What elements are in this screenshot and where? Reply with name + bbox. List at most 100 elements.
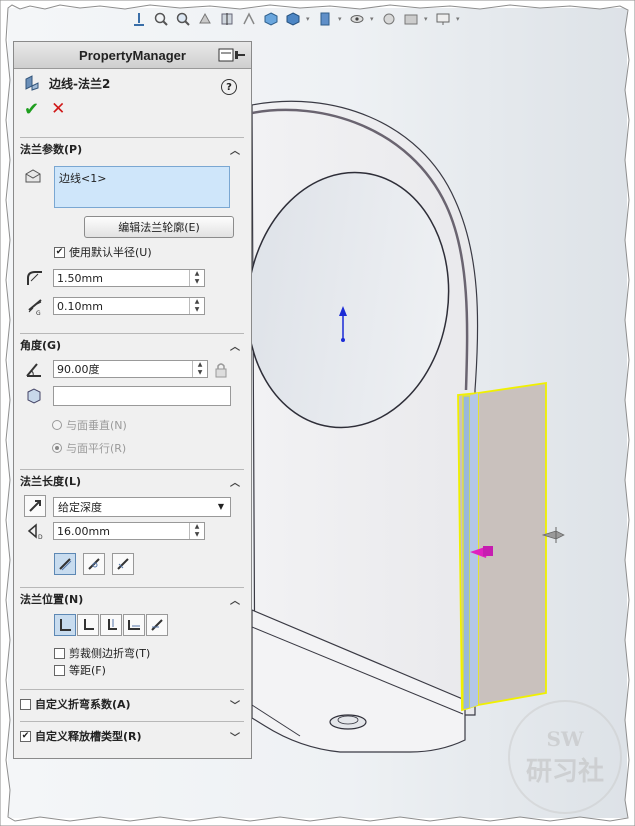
end-condition-value: 给定深度 xyxy=(58,501,102,514)
use-default-radius-row[interactable]: ✔ 使用默认半径(U) xyxy=(54,244,152,260)
eye-icon[interactable] xyxy=(348,10,366,28)
chevron-down-icon[interactable]: ▾ xyxy=(306,14,312,24)
use-default-radius-label: 使用默认半径(U) xyxy=(69,246,152,259)
zoom-area-icon[interactable] xyxy=(174,10,192,28)
group-header[interactable]: 角度(G) ︿ xyxy=(20,334,244,356)
spin-arrows[interactable]: ▲ ▼ xyxy=(189,270,204,286)
watermark-logo: SW 研习社 xyxy=(508,700,622,814)
checkbox-unchecked[interactable] xyxy=(54,647,65,659)
group-title: 法兰参数(P) xyxy=(20,143,83,156)
tangent-bend-icon[interactable] xyxy=(112,553,134,575)
part-base-hole xyxy=(329,714,367,730)
group-header[interactable]: ✔ 自定义释放槽类型(R) ﹀ xyxy=(20,722,244,750)
checkbox-checked[interactable]: ✔ xyxy=(54,246,65,258)
edge-select-icon xyxy=(25,169,41,183)
inner-virtual-sharp-icon[interactable] xyxy=(83,553,105,575)
bend-outside-icon[interactable] xyxy=(100,614,122,636)
perpendicular-row[interactable]: 与面垂直(N) xyxy=(52,417,127,433)
svg-text:D: D xyxy=(38,534,43,541)
edge-flange-icon xyxy=(25,75,39,91)
group-angle: 角度(G) ︿ 90.00度 ▲ ▼ 与面垂直(N) 与面平行(R) xyxy=(20,333,244,465)
outer-virtual-sharp-icon[interactable] xyxy=(54,553,76,575)
chevron-down-icon[interactable]: ▾ xyxy=(456,14,462,24)
checkbox-unchecked[interactable] xyxy=(20,698,31,710)
gap-distance-value: 0.10mm xyxy=(57,299,103,313)
bend-radius-icon xyxy=(27,271,42,285)
view-orientation-icon[interactable] xyxy=(262,10,280,28)
group-header[interactable]: 法兰位置(N) ︿ xyxy=(20,588,244,610)
chevron-down-icon[interactable]: ▾ xyxy=(424,14,430,24)
collapse-icon[interactable]: ︿ xyxy=(230,338,240,353)
property-manager: PropertyManager 边线-法兰2 ? ✔ ✕ 法兰参数(P) ︿ 边… xyxy=(13,41,252,759)
group-header[interactable]: 法兰参数(P) ︿ xyxy=(20,138,244,160)
hide-show-icon[interactable] xyxy=(316,10,334,28)
group-flange-params: 法兰参数(P) ︿ 边线<1> 编辑法兰轮廓(E) ✔ 使用默认半径(U) 1.… xyxy=(20,137,244,332)
display-style-icon[interactable] xyxy=(284,10,302,28)
edge-selection-box[interactable]: 边线<1> xyxy=(54,166,230,208)
material-outside-icon[interactable] xyxy=(77,614,99,636)
pin-icon[interactable] xyxy=(217,47,247,63)
depth-value: 16.00mm xyxy=(57,524,110,538)
end-condition-select[interactable]: 给定深度 ▼ xyxy=(53,497,231,517)
chevron-down-icon[interactable]: ▼ xyxy=(214,499,228,513)
depth-input[interactable]: 16.00mm ▲ ▼ xyxy=(53,522,205,540)
help-icon[interactable]: ? xyxy=(221,79,237,95)
ok-button[interactable]: ✔ xyxy=(24,99,39,120)
material-inside-icon[interactable] xyxy=(54,614,76,636)
view-settings-icon[interactable] xyxy=(434,10,452,28)
bend-radius-value: 1.50mm xyxy=(57,271,103,285)
lock-icon[interactable] xyxy=(213,361,229,379)
reverse-direction-icon[interactable] xyxy=(24,495,46,517)
bend-radius-input[interactable]: 1.50mm ▲ ▼ xyxy=(53,269,205,287)
radio-parallel[interactable] xyxy=(52,443,62,453)
collapse-icon[interactable]: ︿ xyxy=(230,592,240,607)
dynamic-annotation-icon[interactable] xyxy=(240,10,258,28)
selected-edge: 边线<1> xyxy=(59,172,107,185)
trim-side-bends-label: 剪裁侧边折弯(T) xyxy=(69,647,151,660)
face-select-icon xyxy=(27,388,41,404)
face-reference-input[interactable] xyxy=(53,386,231,406)
offset-row[interactable]: 等距(F) xyxy=(54,662,106,678)
section-view-icon[interactable] xyxy=(218,10,236,28)
angle-input[interactable]: 90.00度 ▲ ▼ xyxy=(53,360,208,378)
svg-text:G: G xyxy=(36,310,41,316)
chevron-down-icon[interactable]: ▾ xyxy=(338,14,344,24)
gap-distance-input[interactable]: 0.10mm ▲ ▼ xyxy=(53,297,205,315)
expand-icon[interactable]: ﹀ xyxy=(230,729,240,744)
apply-scene-icon[interactable] xyxy=(402,10,420,28)
group-flange-length: 法兰长度(L) ︿ 给定深度 ▼ D 16.00mm ▲ ▼ xyxy=(20,469,244,585)
gap-distance-icon: G xyxy=(28,299,42,316)
zoom-fit-icon[interactable] xyxy=(152,10,170,28)
checkbox-unchecked[interactable] xyxy=(54,664,65,676)
expand-icon[interactable]: ﹀ xyxy=(230,697,240,712)
virtual-sharp-icon[interactable] xyxy=(123,614,145,636)
feature-header: 边线-法兰2 xyxy=(14,69,251,97)
pm-title: PropertyManager xyxy=(79,47,186,63)
spin-arrows[interactable]: ▲ ▼ xyxy=(189,523,204,539)
spin-arrows[interactable]: ▲ ▼ xyxy=(189,298,204,314)
group-header[interactable]: 法兰长度(L) ︿ xyxy=(20,470,244,492)
cancel-button[interactable]: ✕ xyxy=(51,99,65,119)
pm-header: PropertyManager xyxy=(14,42,251,69)
offset-label: 等距(F) xyxy=(69,664,106,677)
trim-side-bends-row[interactable]: 剪裁侧边折弯(T) xyxy=(54,645,150,661)
ok-cancel-row: ✔ ✕ xyxy=(14,97,251,121)
angle-icon xyxy=(26,363,41,377)
custom-relief-label: 自定义释放槽类型(R) xyxy=(35,730,142,743)
edit-appearance-icon[interactable] xyxy=(380,10,398,28)
edit-flange-profile-button[interactable]: 编辑法兰轮廓(E) xyxy=(84,216,234,238)
checkbox-checked[interactable]: ✔ xyxy=(20,730,31,742)
group-custom-bend-allowance: 自定义折弯系数(A) ﹀ xyxy=(20,689,244,720)
collapse-icon[interactable]: ︿ xyxy=(230,142,240,157)
previous-view-icon[interactable] xyxy=(196,10,214,28)
front-view-icon[interactable] xyxy=(130,10,148,28)
chevron-down-icon[interactable]: ▾ xyxy=(370,14,376,24)
radio-perpendicular[interactable] xyxy=(52,420,62,430)
group-title: 法兰长度(L) xyxy=(20,475,82,488)
spin-arrows[interactable]: ▲ ▼ xyxy=(192,361,207,377)
perpendicular-label: 与面垂直(N) xyxy=(66,419,127,432)
collapse-icon[interactable]: ︿ xyxy=(230,474,240,489)
tangent-to-bend-icon[interactable] xyxy=(146,614,168,636)
parallel-row[interactable]: 与面平行(R) xyxy=(52,440,126,456)
group-header[interactable]: 自定义折弯系数(A) ﹀ xyxy=(20,690,244,718)
